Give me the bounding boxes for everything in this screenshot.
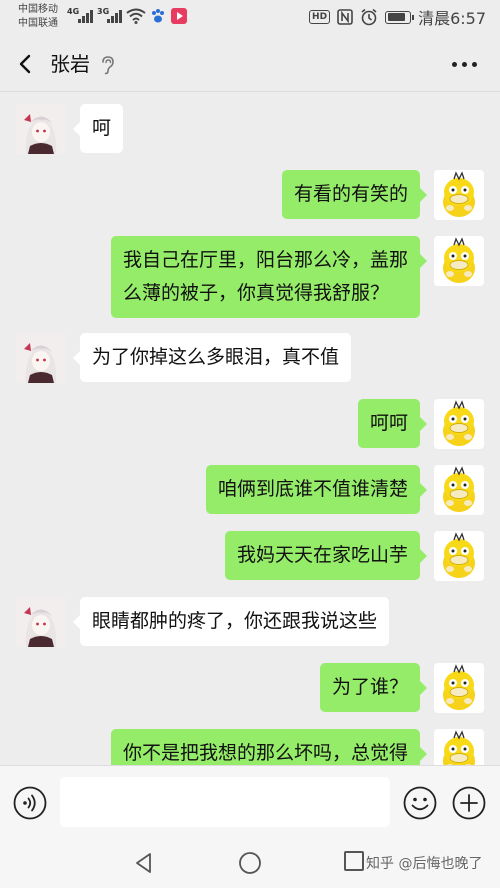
video-app-icon [171,8,187,24]
chat-header: 张岩 [0,36,500,92]
back-icon[interactable] [12,50,40,78]
plus-icon[interactable] [452,786,486,820]
signal-1-icon [78,9,93,23]
message-bubble-sent[interactable]: 咱俩到底谁不值谁清楚 [205,465,428,514]
message-bubble-sent[interactable]: 我自己在厅里，阳台那么冷，盖那 么薄的被子，你真觉得我舒服？ [110,236,428,318]
self-avatar[interactable] [434,729,484,765]
message-list[interactable]: 呵 有看的有笑的 我自己在厅里，阳台那么冷，盖那 么薄的被子，你真觉得我舒服？ … [0,93,500,765]
wifi-icon [126,8,146,24]
signal-2-icon [107,9,122,23]
contact-avatar[interactable] [16,104,66,154]
carrier-2: 中国联通 [18,18,58,29]
dot-icon [452,61,457,67]
input-bar [0,765,500,837]
message-bubble-sent[interactable]: 你不是把我想的那么坏吗，总觉得 [110,729,428,765]
battery-icon [385,10,415,24]
emoji-icon[interactable] [403,786,437,820]
status-time: 清晨6:57 [418,9,486,28]
nfc-icon [337,9,353,25]
message-bubble-sent[interactable]: 我妈天天在家吃山芋 [224,531,428,580]
self-avatar[interactable] [434,399,484,449]
message-bubble-received[interactable]: 为了你掉这么多眼泪，真不值 [72,333,352,382]
watermark: 知乎 @后悔也晚了 [366,856,483,872]
message-bubble-sent[interactable]: 呵呵 [357,399,428,448]
message-bubble-received[interactable]: 呵 [72,104,124,153]
self-avatar[interactable] [434,531,484,581]
more-options-button[interactable] [452,58,478,70]
contact-avatar[interactable] [16,597,66,647]
contact-avatar[interactable] [16,333,66,383]
earpiece-mode-icon [102,56,114,75]
self-avatar[interactable] [434,170,484,220]
dot-icon [462,61,467,67]
voice-input-icon[interactable] [13,786,47,820]
alarm-icon [361,8,377,26]
status-right: HD 清晨6:57 [309,6,486,28]
carrier-1: 中国移动 [18,4,58,15]
status-bar: 中国移动 中国联通 4G 3G HD 清晨6:57 [0,0,500,36]
dot-icon [472,61,477,67]
self-avatar[interactable] [434,465,484,515]
message-bubble-received[interactable]: 眼睛都肿的疼了，你还跟我说这些 [72,597,390,646]
message-bubble-sent[interactable]: 为了谁？ [319,663,428,712]
paw-app-icon [152,9,164,23]
carrier-info: 中国移动 中国联通 [18,3,58,31]
nav-home-icon[interactable] [238,851,262,875]
self-avatar[interactable] [434,663,484,713]
nav-recent-apps-icon[interactable] [344,851,364,871]
chat-title: 张岩 [50,52,90,76]
nav-back-icon[interactable] [132,851,156,875]
message-bubble-sent[interactable]: 有看的有笑的 [281,170,428,219]
message-input[interactable] [60,777,390,827]
self-avatar[interactable] [434,236,484,286]
hd-icon: HD [309,10,331,24]
system-nav-bar: 知乎 @后悔也晚了 [0,837,500,888]
